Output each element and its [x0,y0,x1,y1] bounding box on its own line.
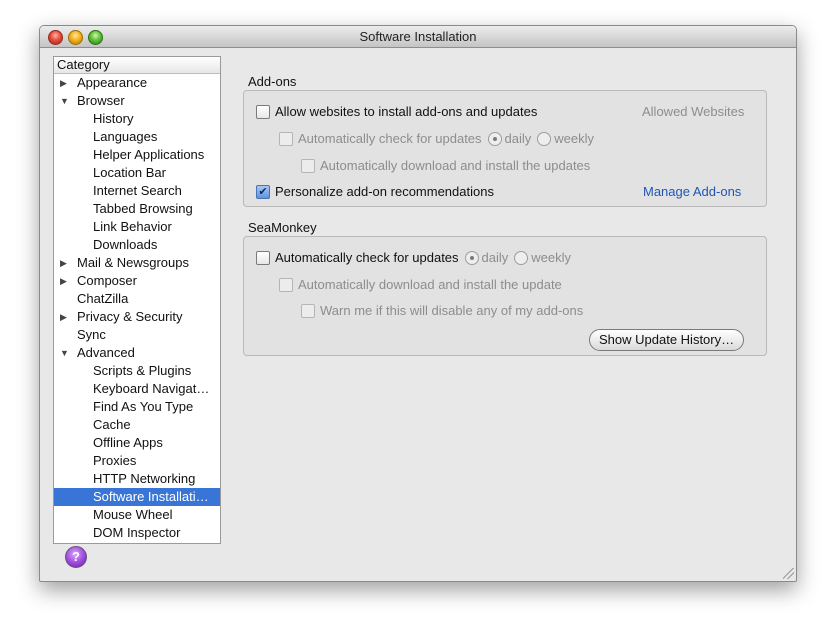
category-tree[interactable]: Category ▶ Appearance ▼ Browser History La… [53,56,221,544]
personalize-label: Personalize add-on recommendations [275,184,494,199]
disclosure-right-icon[interactable]: ▶ [60,272,67,290]
tree-item-http-networking[interactable]: HTTP Networking [54,470,220,488]
addons-auto-download-checkbox[interactable] [301,158,315,173]
tree-item-find-as-you-type[interactable]: Find As You Type [54,398,220,416]
disclosure-down-icon[interactable]: ▼ [60,92,69,110]
resize-grip-icon[interactable] [783,568,794,579]
disclosure-right-icon[interactable]: ▶ [60,308,67,326]
help-button[interactable]: ? [65,546,87,568]
addons-daily-radio[interactable] [487,131,502,146]
category-column-header[interactable]: Category [54,57,220,74]
addons-auto-check-row[interactable]: Automatically check for updates daily week… [279,130,594,148]
tree-item-history[interactable]: History [54,110,220,128]
warn-disable-checkbox[interactable] [301,303,315,318]
addons-auto-check-checkbox[interactable] [279,131,293,146]
allow-addons-row[interactable]: Allow websites to install add-ons and up… [256,103,537,121]
warn-disable-row[interactable]: Warn me if this will disable any of my a… [301,302,583,320]
tree-item-scripts-plugins[interactable]: Scripts & Plugins [54,362,220,380]
tree-item-keyboard-navigation[interactable]: Keyboard Navigat… [54,380,220,398]
tree-item-mouse-wheel[interactable]: Mouse Wheel [54,506,220,524]
window-title: Software Installation [359,29,477,44]
tree-item-languages[interactable]: Languages [54,128,220,146]
allow-addons-checkbox[interactable] [256,104,270,119]
tree-item-privacy-security[interactable]: ▶ Privacy & Security [54,308,220,326]
tree-item-link-behavior[interactable]: Link Behavior [54,218,220,236]
addons-section-title: Add-ons [248,74,297,89]
disclosure-right-icon[interactable]: ▶ [60,74,67,92]
tree-item-helper-applications[interactable]: Helper Applications [54,146,220,164]
tree-item-browser[interactable]: ▼ Browser [54,92,220,110]
tree-item-location-bar[interactable]: Location Bar [54,164,220,182]
tree-item-advanced[interactable]: ▼ Advanced [54,344,220,362]
tree-item-downloads[interactable]: Downloads [54,236,220,254]
seamonkey-auto-check-checkbox[interactable] [256,250,270,265]
seamonkey-group: Automatically check for updates daily week… [243,236,767,356]
manage-addons-link[interactable]: Manage Add-ons [643,183,741,201]
seamonkey-section-title: SeaMonkey [248,220,317,235]
addons-group: Allow websites to install add-ons and up… [243,90,767,207]
tree-item-tabbed-browsing[interactable]: Tabbed Browsing [54,200,220,218]
tree-item-chatzilla[interactable]: ChatZilla [54,290,220,308]
addons-auto-download-row[interactable]: Automatically download and install the u… [301,157,590,175]
preferences-window: Software Installation Category ▶ Appearan… [39,25,797,582]
seamonkey-daily-radio[interactable] [464,250,479,265]
tree-item-software-installation[interactable]: Software Installati… [54,488,220,506]
tree-item-dom-inspector[interactable]: DOM Inspector [54,524,220,542]
tree-item-appearance[interactable]: ▶ Appearance [54,74,220,92]
seamonkey-auto-check-row[interactable]: Automatically check for updates daily week… [256,249,571,267]
seamonkey-auto-download-checkbox[interactable] [279,277,293,292]
tree-item-composer[interactable]: ▶ Composer [54,272,220,290]
seamonkey-auto-download-row[interactable]: Automatically download and install the u… [279,276,562,294]
personalize-checkbox[interactable]: ✔ [256,184,270,199]
tree-item-internet-search[interactable]: Internet Search [54,182,220,200]
disclosure-right-icon[interactable]: ▶ [60,254,67,272]
tree-item-proxies[interactable]: Proxies [54,452,220,470]
title-bar[interactable]: Software Installation [40,26,796,48]
seamonkey-weekly-radio[interactable] [514,250,529,265]
allowed-websites-button[interactable]: Allowed Websites [642,103,744,121]
disclosure-down-icon[interactable]: ▼ [60,344,69,362]
show-update-history-button[interactable]: Show Update History… [589,329,745,351]
addons-weekly-radio[interactable] [537,131,552,146]
tree-item-offline-apps[interactable]: Offline Apps [54,434,220,452]
personalize-row[interactable]: ✔ Personalize add-on recommendations [256,183,494,201]
tree-item-mail-newsgroups[interactable]: ▶ Mail & Newsgroups [54,254,220,272]
allow-addons-label: Allow websites to install add-ons and up… [275,104,538,119]
tree-item-sync[interactable]: Sync [54,326,220,344]
tree-item-cache[interactable]: Cache [54,416,220,434]
